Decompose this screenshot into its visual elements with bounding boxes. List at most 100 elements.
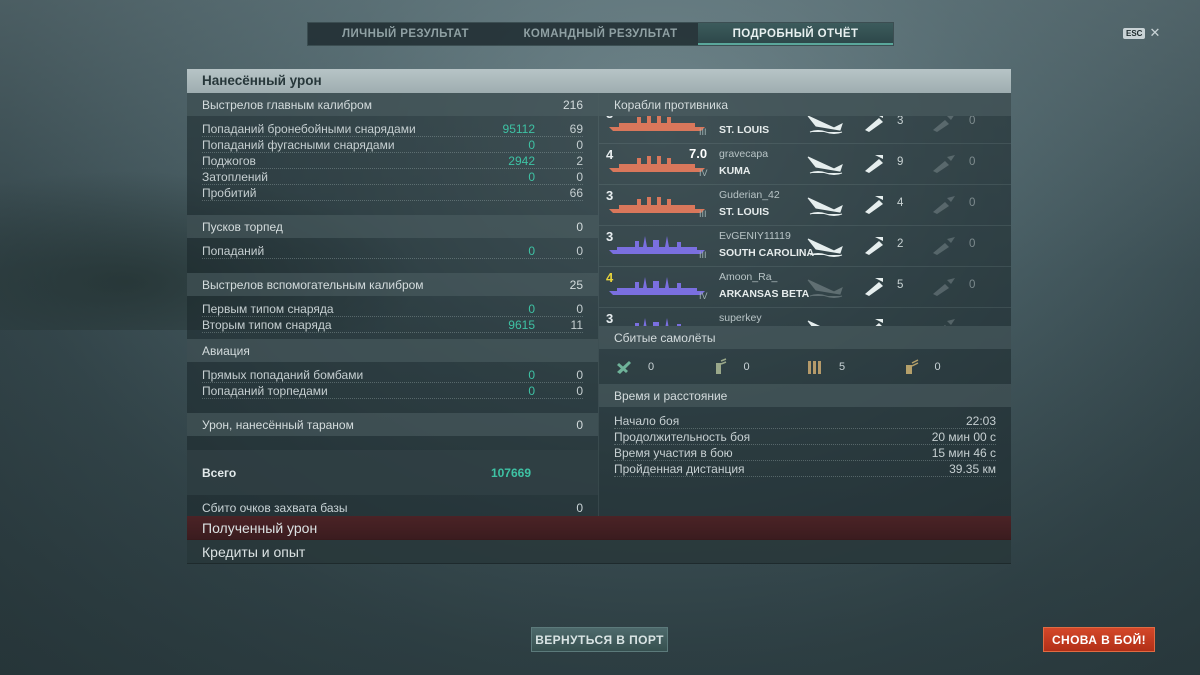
ship-tier: 4 — [606, 147, 614, 162]
fire-damage-icon — [933, 155, 955, 173]
ship-tier-roman: III — [699, 209, 707, 219]
stat-damage: 0 — [528, 169, 535, 184]
plane-item: 0 — [710, 357, 806, 377]
enemy-ship-row: 3 III EvGENIY11119 SOUTH CAROLINA 2 0 — [599, 226, 1011, 267]
section-title: Время и расстояние — [614, 388, 728, 403]
ship-names: gravecapa KUMA — [719, 148, 768, 177]
stat-count: 0 — [576, 243, 583, 258]
section-title: Пусков торпед — [202, 219, 283, 234]
stat-row: Затоплений 0 0 — [202, 169, 583, 185]
section-ram-damage: Урон, нанесённый тараном 0 — [187, 413, 598, 436]
enemy-ship-row: 4 IV Amoon_Ra_ ARKANSAS BETA 5 0 — [599, 267, 1011, 308]
stat-damage: 95112 — [502, 121, 535, 136]
section-title: Урон, нанесённый тараном — [202, 417, 354, 432]
received-damage-section[interactable]: Полученный урон — [187, 516, 1011, 540]
cruiser-silhouette-icon — [609, 116, 705, 131]
time-row: Пройденная дистанция 39.35 км — [614, 461, 996, 477]
player-name: gravecapa — [719, 148, 769, 160]
close-icon: ✕ — [1149, 25, 1161, 40]
stat-label: Первым типом снаряда — [202, 301, 334, 316]
enemy-ship-list[interactable]: 3 III nikita300175 ST. LOUIS 3 0 4 7.0 IV graveca… — [599, 116, 1011, 326]
capture-value: 0 — [576, 500, 583, 515]
battleship-silhouette-icon — [609, 277, 705, 295]
player-name: Amoon_Ra_ — [719, 271, 778, 283]
ship-sunk-icon — [807, 116, 843, 134]
shell-hit-icon — [865, 196, 883, 214]
stat-count: 0 — [576, 301, 583, 316]
stat-row: Вторым типом снаряда 9615 11 — [202, 317, 583, 333]
stat-count: 0 — [576, 169, 583, 184]
plane-count: 0 — [934, 360, 941, 373]
stat-row: Попаданий бронебойными снарядами 95112 69 — [202, 121, 583, 137]
stat-row: Пробитий 66 — [202, 185, 583, 201]
stat-label: Затоплений — [202, 169, 268, 184]
stat-label: Пробитий — [202, 185, 257, 200]
time-label: Пройденная дистанция — [614, 461, 745, 476]
shell-hit-icon — [875, 319, 883, 326]
stat-row: Попаданий торпедами 0 0 — [202, 383, 583, 399]
fire-damage-icon — [943, 319, 955, 326]
report-tabs: ЛИЧНЫЙ РЕЗУЛЬТАТ КОМАНДНЫЙ РЕЗУЛЬТАТ ПОД… — [307, 22, 894, 46]
plane-item: 0 — [901, 357, 997, 377]
stat-row: Прямых попаданий бомбами 0 0 — [202, 367, 583, 383]
cruiser-silhouette-icon — [609, 197, 705, 213]
section-value: 25 — [569, 277, 583, 292]
section-value: 0 — [576, 219, 583, 234]
ship-hull — [609, 197, 705, 213]
plane-item: 0 — [614, 357, 710, 377]
time-label: Время участия в бою — [614, 445, 733, 460]
stat-count: 0 — [576, 367, 583, 382]
battle-again-button[interactable]: СНОВА В БОЙ! — [1043, 627, 1155, 652]
fire-damage-icon — [933, 237, 955, 255]
stat-label: Попаданий — [202, 243, 265, 258]
ship-tier-roman: III — [699, 127, 707, 137]
dive-bomber-icon — [808, 360, 821, 374]
total-damage-value: 107669 — [490, 465, 531, 480]
ship-names: nikita300175 ST. LOUIS — [719, 116, 779, 136]
ship-name: KUMA — [719, 165, 751, 177]
total-label: Всего — [202, 465, 237, 480]
section-title: Корабли противника — [614, 97, 729, 112]
stat-label: Попаданий фугасными снарядами — [202, 137, 395, 152]
plane-count: 5 — [839, 360, 846, 373]
shell-hit-icon — [865, 237, 883, 255]
tab-personal-result[interactable]: ЛИЧНЫЙ РЕЗУЛЬТАТ — [308, 23, 503, 45]
fire-count: 0 — [969, 197, 976, 209]
ship-sunk-icon — [807, 156, 843, 175]
ship-hull — [609, 116, 705, 131]
battleship-silhouette-icon — [609, 236, 705, 254]
player-name: EvGENIY11119 — [719, 230, 791, 242]
plane-count: 0 — [648, 360, 655, 373]
section-aviation: Авиация — [187, 339, 598, 362]
fire-damage-icon — [933, 278, 955, 296]
plane-count: 0 — [743, 360, 750, 373]
stat-count: 0 — [576, 137, 583, 152]
player-name: nikita300175 — [719, 116, 779, 119]
return-to-port-button[interactable]: ВЕРНУТЬСЯ В ПОРТ — [531, 627, 668, 652]
tab-team-result[interactable]: КОМАНДНЫЙ РЕЗУЛЬТАТ — [503, 23, 698, 45]
player-name: Guderian_42 — [719, 189, 780, 201]
player-name: superkey — [719, 312, 762, 324]
stat-count: 2 — [576, 153, 583, 168]
stat-row: Первым типом снаряда 0 0 — [202, 301, 583, 317]
shell-hit-icon — [865, 278, 883, 296]
torpedo-bomber-icon — [715, 357, 726, 374]
section-enemy-ships: Корабли противника — [599, 93, 1011, 116]
stat-label: Поджогов — [202, 153, 256, 168]
tab-detailed-report[interactable]: ПОДРОБНЫЙ ОТЧЁТ — [698, 23, 893, 45]
ship-tier: 4 — [606, 270, 614, 285]
shell-hit-icon — [865, 155, 883, 173]
enemy-and-misc-column: Корабли противника 3 III nikita300175 ST. L… — [598, 93, 1011, 516]
ship-name: SOUTH CAROLINA — [719, 247, 815, 259]
enemy-ship-row: 4 7.0 IV gravecapa KUMA 9 0 — [599, 144, 1011, 185]
ship-hull — [635, 318, 681, 326]
section-title: Выстрелов вспомогательным калибром — [202, 277, 424, 292]
panel-title[interactable]: Нанесённый урон — [187, 69, 1011, 93]
total-damage-row: Всего 107669 — [187, 450, 598, 495]
hits-count: 2 — [897, 238, 904, 250]
section-torpedoes: Пусков торпед 0 — [187, 215, 598, 238]
close-button[interactable]: ESC ✕ — [1123, 25, 1161, 40]
credits-and-xp-section[interactable]: Кредиты и опыт — [187, 540, 1011, 564]
stat-damage: 2942 — [508, 153, 535, 168]
ship-name: ARKANSAS BETA — [719, 288, 810, 300]
